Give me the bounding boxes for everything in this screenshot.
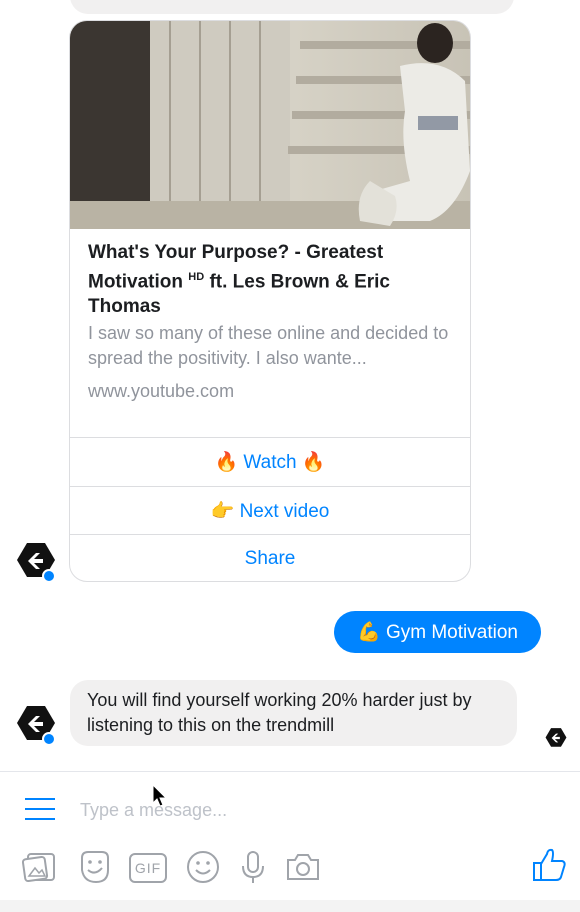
messenger-badge-icon [42,569,56,583]
previous-message-bubble [70,0,514,14]
thumbs-up-icon[interactable] [531,846,569,884]
read-receipt-avatar [545,727,567,749]
camera-icon[interactable] [284,848,322,886]
gif-icon[interactable]: GIF [129,853,167,883]
composer-divider [0,771,580,772]
photo-icon[interactable] [22,848,60,886]
received-message-bubble: You will find yourself working 20% harde… [70,680,517,746]
message-input[interactable] [78,794,512,826]
sent-message-bubble: 💪 Gym Motivation [334,611,541,653]
sticker-icon[interactable] [76,848,114,886]
menu-icon[interactable] [25,796,55,822]
microphone-icon[interactable] [234,848,272,886]
video-title: What's Your Purpose? - Greatest Motivati… [88,242,390,318]
bot-avatar[interactable] [16,541,56,583]
messenger-badge-icon [42,732,56,746]
video-thumbnail[interactable] [70,21,470,229]
next-video-button[interactable]: 👉 Next video [70,486,470,534]
video-card: What's Your Purpose? - Greatest Motivati… [69,20,471,582]
bot-avatar[interactable] [16,704,56,746]
watch-button[interactable]: 🔥 Watch 🔥 [70,437,470,485]
video-description: I saw so many of these online and decide… [88,323,449,369]
share-button[interactable]: Share [70,534,470,581]
bot-logo-icon [545,728,567,747]
emoji-icon[interactable] [184,848,222,886]
video-url: www.youtube.com [88,381,235,402]
bottom-strip [0,900,580,912]
